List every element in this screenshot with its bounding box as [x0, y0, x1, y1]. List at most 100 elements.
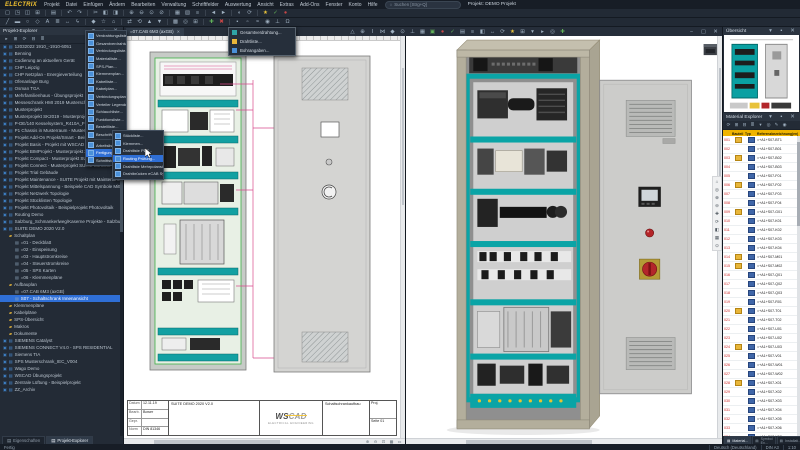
- grid-icon[interactable]: ▦: [714, 234, 721, 241]
- draw-line[interactable]: ╱: [3, 18, 12, 26]
- material-row[interactable]: 015=+A1+S07-M02: [723, 262, 797, 271]
- edit-icon[interactable]: ✎: [773, 122, 780, 129]
- insert-table[interactable]: ≣: [53, 18, 62, 26]
- pin-icon[interactable]: ▪: [777, 113, 786, 121]
- swap[interactable]: ⇄: [125, 18, 134, 26]
- dock-tab-projektexplorer[interactable]: ▤Projekt-Explorer: [46, 436, 93, 444]
- submenu-item[interactable]: Stückliste...: [113, 132, 163, 140]
- grid-toggle[interactable]: ▦: [173, 9, 182, 17]
- hatch[interactable]: ▩: [171, 18, 180, 26]
- context-menu-item[interactable]: SPS-Plan...: [86, 62, 126, 70]
- material-row[interactable]: 031=+A1+S07-X04: [723, 406, 797, 415]
- menu-addons[interactable]: Add-Ons: [300, 2, 320, 8]
- module-check[interactable]: ▣: [428, 28, 437, 36]
- rotate[interactable]: ⟲: [135, 18, 144, 26]
- expand-icon[interactable]: ▸: [3, 36, 10, 43]
- material-row[interactable]: 023=+A1+S07-U02: [723, 334, 797, 343]
- zoom-previous[interactable]: ⊘: [157, 9, 166, 17]
- layout-2d-canvas[interactable]: Datum12.11.19Bearb.BowerGepr.NormDIN 813…: [124, 36, 400, 438]
- dock-tab-installati[interactable]: ▤Installati...: [777, 436, 800, 444]
- refresh-icon[interactable]: ⟳: [725, 122, 732, 129]
- new-project-icon[interactable]: ⊞: [12, 36, 19, 43]
- overview-thumbnail[interactable]: [724, 35, 799, 112]
- cut[interactable]: ✂: [91, 9, 100, 17]
- next-page[interactable]: ►: [219, 9, 228, 17]
- material-row[interactable]: 028=+A1+S07-X01: [723, 379, 797, 388]
- menu-bearbeiten[interactable]: Bearbeiten: [131, 2, 155, 8]
- maximize-icon[interactable]: ▢: [699, 28, 708, 36]
- menu-fenster[interactable]: Fenster: [326, 2, 343, 8]
- paste[interactable]: ◨: [111, 9, 120, 17]
- connection-line[interactable]: ϟ: [73, 18, 82, 26]
- dock-tab-symbolex[interactable]: ▤Symbol Ex...: [752, 436, 775, 444]
- delete-element[interactable]: ✖: [217, 18, 226, 26]
- material-row[interactable]: 002=+A1+S07-B01: [723, 145, 797, 154]
- material-row[interactable]: 026=+A1+S07-W01: [723, 361, 797, 370]
- minimize-icon[interactable]: −: [687, 28, 696, 36]
- add-point[interactable]: ⊕: [358, 28, 367, 36]
- submenu-item[interactable]: Drahtliste Mehrpolansicht...: [113, 162, 163, 170]
- zoom-out[interactable]: ⊖: [137, 9, 146, 17]
- redraw[interactable]: ◐: [235, 9, 244, 17]
- material-row[interactable]: 004=+A1+S07-B03: [723, 163, 797, 172]
- rotate-view[interactable]: ⟳: [498, 28, 507, 36]
- expand-right[interactable]: ▸: [538, 28, 547, 36]
- material-row[interactable]: 025=+A1+S07-V01: [723, 352, 797, 361]
- tree-item[interactable]: ▣▤Projekt Stücklisten Topologie: [0, 197, 120, 204]
- add-element[interactable]: ✚: [207, 18, 216, 26]
- tree-item[interactable]: ▤=07.CAB 6M3 (axGB): [0, 288, 120, 295]
- material-row[interactable]: 019=+A1+S07-R01: [723, 298, 797, 307]
- close-icon[interactable]: ✕: [711, 28, 720, 36]
- collapse-all-icon[interactable]: ⊟: [30, 36, 37, 43]
- new-file[interactable]: ▢: [3, 9, 12, 17]
- submenu-item[interactable]: Routing Prüfung...: [113, 155, 163, 163]
- tree-item[interactable]: ▤S07 - Schaltschrank Innenansicht: [0, 295, 120, 302]
- tree-item[interactable]: ▤=06 - Klemmenpläne: [0, 274, 120, 281]
- panel-menu-icon[interactable]: ▾: [766, 113, 775, 121]
- material-row[interactable]: 018=+A1+S07-Q03: [723, 289, 797, 298]
- material-row[interactable]: 029=+A1+S07-X02: [723, 388, 797, 397]
- material-row[interactable]: 020=+A1+S07-T01: [723, 307, 797, 316]
- copy[interactable]: ◧: [101, 9, 110, 17]
- print[interactable]: ▤: [49, 9, 58, 17]
- beam-tool[interactable]: I: [368, 28, 377, 36]
- context-menu-item[interactable]: Verteiler Legende...: [86, 100, 126, 108]
- tree-item[interactable]: ▣▤Siemens TIA: [0, 351, 120, 358]
- dropdown-item[interactable]: Bohrangaben...: [229, 46, 295, 55]
- tree-item[interactable]: ▤=02 - Einspeisung: [0, 246, 120, 253]
- material-row[interactable]: 006=+A1+S07-F02: [723, 181, 797, 190]
- material-row[interactable]: 017=+A1+S07-Q02: [723, 280, 797, 289]
- material-row[interactable]: 009=+A1+S07-G01: [723, 208, 797, 217]
- join-tool[interactable]: ⋈: [378, 28, 387, 36]
- options-menu[interactable]: ≡: [468, 28, 477, 36]
- drawing-frame[interactable]: ⌂: [109, 18, 118, 26]
- menu-einfgen[interactable]: Einfügen: [83, 2, 103, 8]
- tree-item[interactable]: ▣▤Projekt Photovoltaik - Beispielprojekt…: [0, 204, 120, 211]
- context-menu-item[interactable]: Verbindungsliste...: [86, 47, 126, 55]
- tree-item[interactable]: ▰Klemmenpläne: [0, 302, 120, 309]
- diamond-tool[interactable]: ◆: [388, 28, 397, 36]
- material-row[interactable]: 010=+A1+S07-K01: [723, 217, 797, 226]
- material-row[interactable]: 013=+A1+S07-K04: [723, 244, 797, 253]
- material-row[interactable]: 022=+A1+S07-U01: [723, 325, 797, 334]
- open-file[interactable]: ◳: [13, 9, 22, 17]
- add-item[interactable]: ✚: [558, 28, 567, 36]
- context-menu-item[interactable]: Gesamtverdrahtung...: [86, 40, 126, 48]
- material-row[interactable]: 030=+A1+S07-X03: [723, 397, 797, 406]
- tree-item[interactable]: ▣▤Routing Demo: [0, 211, 120, 218]
- tree-item[interactable]: ▣▤SIEMENS Catalyst: [0, 337, 120, 344]
- menu-konto[interactable]: Konto: [349, 2, 362, 8]
- menu-projekt[interactable]: Projekt: [44, 2, 60, 8]
- material-row[interactable]: 027=+A1+S07-W02: [723, 370, 797, 379]
- tree-item[interactable]: ▣▤Salzburg_Schmankerlweg/Kaserne Projekt…: [0, 218, 120, 225]
- tree-item[interactable]: ▤=04 - Steuerstromkreise: [0, 260, 120, 267]
- undo[interactable]: ↶: [65, 9, 74, 17]
- submenu-item[interactable]: Drahtliste PDF...: [113, 147, 163, 155]
- tree-item[interactable]: ▣▤SUITE DEMO 2020 V2.0: [0, 225, 120, 232]
- live-dot[interactable]: ●: [438, 28, 447, 36]
- tree-item[interactable]: ▣▤Projekt Trial Gebäude: [0, 169, 120, 176]
- tree-item[interactable]: ▤=05 - SPS Karten: [0, 267, 120, 274]
- tree-item[interactable]: ▰Kabelpläne: [0, 309, 120, 316]
- outline-style[interactable]: ▫: [243, 18, 252, 26]
- submenu-item[interactable]: Klemmen...: [113, 140, 163, 148]
